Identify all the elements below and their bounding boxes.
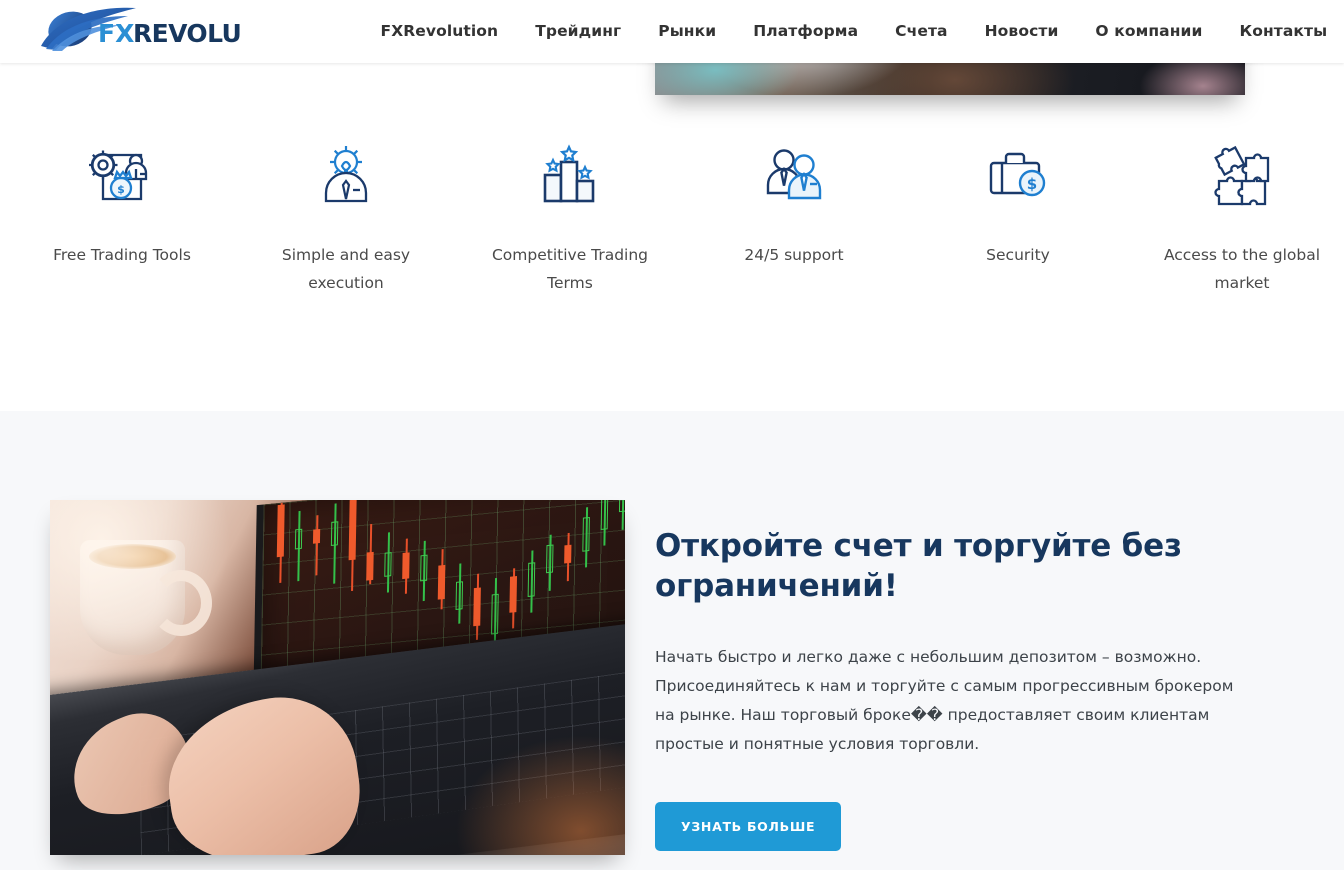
- nav-item-news[interactable]: Новости: [966, 0, 1077, 63]
- two-support-agents-icon: [758, 140, 830, 212]
- site-header: FX REVOLUTION FXRevolution Трейдинг Рынк…: [0, 0, 1344, 63]
- laptop-photo-inner: [50, 500, 625, 855]
- nav-item-markets[interactable]: Рынки: [640, 0, 735, 63]
- cta-text-block: Откройте счет и торгуйте без ограничений…: [655, 526, 1255, 851]
- logo-svg: FX REVOLUTION: [41, 7, 308, 51]
- gear-person-moneybag-icon: $: [86, 140, 158, 212]
- feature-security: $ Security: [916, 140, 1120, 297]
- lightbulb-head-person-icon: [310, 140, 382, 212]
- feature-24-5-support: 24/5 support: [692, 140, 896, 297]
- open-account-cta-section: Откройте счет и торгуйте без ограничений…: [0, 411, 1344, 870]
- learn-more-button[interactable]: УЗНАТЬ БОЛЬШЕ: [655, 802, 842, 851]
- feature-competitive-trading-terms: Competitive Trading Terms: [468, 140, 672, 297]
- svg-text:$: $: [117, 183, 125, 196]
- laptop-trading-photo: [50, 500, 625, 855]
- nav-label: О компании: [1095, 22, 1203, 40]
- puzzle-pieces-icon: [1206, 140, 1278, 212]
- logo-revolution-text: REVOLUTION: [133, 19, 241, 48]
- feature-label: 24/5 support: [744, 246, 844, 264]
- feature-label: Free Trading Tools: [53, 246, 191, 264]
- feature-label: Security: [986, 246, 1050, 264]
- main-navigation: FXRevolution Трейдинг Рынки Платформа Сч…: [362, 0, 1344, 63]
- feature-access-global-market: Access to the global market: [1140, 140, 1344, 297]
- nav-item-trading[interactable]: Трейдинг: [517, 0, 640, 63]
- nav-item-contacts[interactable]: Контакты: [1221, 0, 1344, 63]
- bar-chart-stars-icon: [534, 140, 606, 212]
- nav-label: Новости: [984, 22, 1059, 40]
- nav-label: FXRevolution: [380, 22, 499, 40]
- nav-item-platform[interactable]: Платформа: [735, 0, 877, 63]
- nav-label: Контакты: [1239, 22, 1328, 40]
- nav-item-accounts[interactable]: Счета: [877, 0, 966, 63]
- feature-simple-easy-execution: Simple and easy execution: [244, 140, 448, 297]
- nav-label: Рынки: [658, 22, 717, 40]
- nav-label: Трейдинг: [535, 22, 622, 40]
- feature-label: Competitive Trading Terms: [491, 246, 649, 292]
- features-strip: $ Free Trading Tools Simple and easy exe…: [0, 140, 1344, 297]
- logo-fx-text: FX: [98, 19, 134, 48]
- svg-text:$: $: [1027, 175, 1037, 193]
- nav-item-fxrevolution[interactable]: FXRevolution: [362, 0, 517, 63]
- coffee-mug: [80, 540, 212, 655]
- feature-label: Access to the global market: [1163, 246, 1321, 292]
- nav-label: Счета: [895, 22, 948, 40]
- feature-free-trading-tools: $ Free Trading Tools: [20, 140, 224, 297]
- feature-label: Simple and easy execution: [281, 246, 411, 292]
- nav-item-about[interactable]: О компании: [1077, 0, 1221, 63]
- briefcase-dollar-icon: $: [982, 140, 1054, 212]
- cta-heading: Откройте счет и торгуйте без ограничений…: [655, 528, 1182, 604]
- cta-paragraph: Начать быстро и легко даже с небольшим д…: [655, 648, 1234, 753]
- brand-logo[interactable]: FX REVOLUTION: [36, 6, 308, 54]
- nav-label: Платформа: [753, 22, 859, 40]
